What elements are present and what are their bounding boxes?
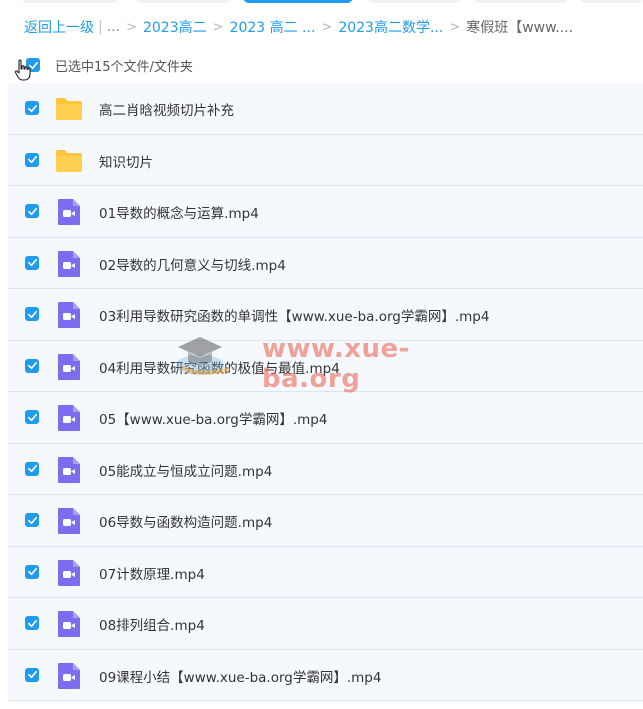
file-name[interactable]: 05能成立与恒成立问题.mp4 (99, 460, 272, 480)
file-name[interactable]: 02导数的几何意义与切线.mp4 (99, 254, 286, 274)
file-row[interactable]: 09课程小结【www.xue-ba.org学霸网】.mp4 (8, 649, 643, 701)
top-toolbar (0, 0, 643, 4)
file-row[interactable]: 06导数与函数构造问题.mp4 (8, 495, 643, 547)
video-file-icon (54, 558, 84, 588)
row-checkbox[interactable] (25, 255, 39, 270)
hand-cursor-icon (14, 59, 31, 81)
breadcrumb-item[interactable]: 2023高二数学... (338, 17, 443, 37)
row-checkbox[interactable] (25, 101, 39, 115)
file-name[interactable]: 04利用导数研究函数的极值与最值.mp4 (99, 357, 340, 377)
row-checkbox[interactable] (25, 667, 39, 682)
checkmark-icon (27, 619, 37, 627)
checkmark-icon (27, 516, 37, 524)
row-checkbox[interactable] (25, 307, 39, 321)
row-checkbox[interactable] (25, 564, 39, 579)
toolbar-button[interactable] (22, 0, 118, 3)
selection-bar: 已选中15个文件/文件夹 (0, 50, 643, 81)
video-file-icon (54, 403, 84, 433)
file-row[interactable]: 08排列组合.mp4 (8, 598, 643, 650)
checkmark-icon (27, 258, 37, 267)
checkmark-icon (27, 361, 37, 370)
chevron-right-icon: > (321, 19, 333, 35)
file-name[interactable]: 06导数与函数构造问题.mp4 (99, 511, 272, 531)
folder-icon (54, 146, 84, 176)
checkmark-icon (27, 207, 37, 215)
file-row[interactable]: 05【www.xue-ba.org学霸网】.mp4 (8, 392, 643, 444)
video-file-icon (54, 661, 84, 691)
breadcrumb-ellipsis[interactable]: ... (107, 19, 120, 35)
breadcrumb: 返回上一级 | ... > 2023高二 > 2023 高二 ... > 202… (24, 17, 573, 37)
file-name[interactable]: 01导数的概念与运算.mp4 (99, 202, 259, 222)
file-name[interactable]: 09课程小结【www.xue-ba.org学霸网】.mp4 (99, 666, 381, 686)
chevron-right-icon: > (449, 19, 461, 35)
folder-row[interactable]: 知识切片 (8, 134, 643, 186)
toolbar-button[interactable] (135, 0, 231, 3)
toolbar-button-primary[interactable] (243, 0, 353, 3)
checkmark-icon (27, 567, 37, 576)
checkmark-icon (27, 310, 37, 318)
checkmark-icon (27, 413, 37, 421)
file-name[interactable]: 高二肖晗视频切片补充 (99, 99, 234, 119)
row-checkbox[interactable] (25, 616, 39, 630)
chevron-right-icon: > (126, 19, 137, 35)
video-file-icon (54, 300, 84, 330)
toolbar-button[interactable] (474, 0, 568, 3)
row-checkbox[interactable] (25, 410, 39, 424)
row-checkbox[interactable] (25, 152, 39, 167)
file-row[interactable]: 01导数的概念与运算.mp4 (8, 186, 643, 238)
chevron-right-icon: > (212, 19, 224, 35)
row-checkbox[interactable] (25, 204, 39, 218)
file-row[interactable]: 07计数原理.mp4 (8, 546, 643, 598)
toolbar-button[interactable] (367, 0, 461, 3)
file-name[interactable]: 知识切片 (99, 151, 153, 171)
file-row[interactable]: 03利用导数研究函数的单调性【www.xue-ba.org学霸网】.mp4 (8, 289, 643, 341)
checkmark-icon (27, 155, 37, 164)
video-file-icon (54, 249, 84, 279)
folder-icon (54, 94, 84, 124)
row-checkbox[interactable] (25, 513, 39, 527)
video-file-icon (54, 609, 84, 639)
file-row[interactable]: 02导数的几何意义与切线.mp4 (8, 237, 643, 289)
file-name[interactable]: 05【www.xue-ba.org学霸网】.mp4 (99, 408, 327, 428)
checkmark-icon (27, 670, 37, 679)
toolbar-button[interactable] (580, 0, 643, 3)
folder-row[interactable]: 高二肖晗视频切片补充 (8, 83, 643, 135)
video-file-icon (54, 506, 84, 536)
breadcrumb-back-link[interactable]: 返回上一级 (24, 17, 94, 37)
file-row[interactable]: 04利用导数研究函数的极值与最值.mp4 (8, 340, 643, 392)
video-file-icon (54, 352, 84, 382)
video-file-icon (54, 455, 84, 485)
file-name[interactable]: 07计数原理.mp4 (99, 563, 205, 583)
breadcrumb-item[interactable]: 2023 高二 ... (230, 17, 316, 37)
file-row[interactable]: 05能成立与恒成立问题.mp4 (8, 443, 643, 495)
breadcrumb-current: 寒假班【www.... (466, 20, 574, 36)
row-checkbox[interactable] (25, 358, 39, 373)
breadcrumb-item[interactable]: 2023高二 (143, 17, 207, 37)
video-file-icon (54, 197, 84, 227)
checkmark-icon (27, 464, 37, 473)
breadcrumb-divider: | (98, 19, 103, 35)
row-checkbox[interactable] (25, 461, 39, 476)
checkmark-icon (27, 104, 37, 112)
file-name[interactable]: 03利用导数研究函数的单调性【www.xue-ba.org学霸网】.mp4 (99, 305, 489, 325)
file-list: 高二肖晗视频切片补充 知识切片 01导数的概念与运算.mp4 02导数的几何意义与切线… (8, 83, 643, 701)
selection-count-label: 已选中15个文件/文件夹 (55, 60, 193, 75)
file-name[interactable]: 08排列组合.mp4 (99, 614, 205, 634)
